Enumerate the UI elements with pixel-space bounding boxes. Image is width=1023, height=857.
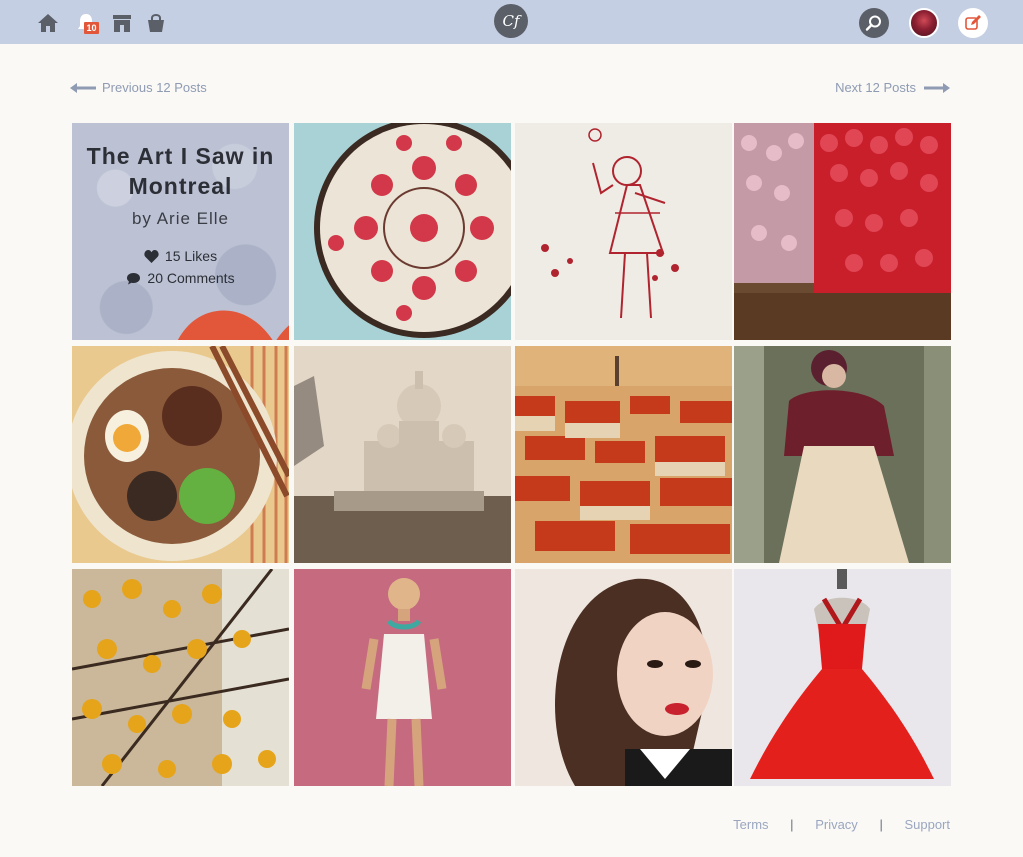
post-tile-sacre-coeur[interactable] — [294, 346, 511, 563]
notifications-bell-icon[interactable]: 10 — [74, 11, 99, 35]
comments-count: 20 Comments — [72, 269, 289, 287]
post-tile-vintage-portrait[interactable] — [515, 569, 732, 786]
comment-bubble-icon — [127, 273, 141, 285]
like-heart-button[interactable] — [166, 296, 289, 340]
top-nav-bar: 10 Cf — [0, 0, 1023, 44]
search-button[interactable] — [859, 8, 889, 38]
post-tile-red-dress[interactable] — [734, 569, 951, 786]
next-posts-link[interactable]: Next 12 Posts — [835, 79, 950, 97]
likes-count: 15 Likes — [72, 247, 289, 265]
terms-link[interactable]: Terms — [733, 817, 768, 832]
compose-icon — [965, 15, 981, 30]
site-logo[interactable]: Cf — [494, 4, 528, 38]
support-link[interactable]: Support — [904, 817, 950, 832]
featured-post-author: by Arie Elle — [131, 209, 230, 228]
post-tile-red-rooftops[interactable] — [515, 346, 732, 563]
post-tile-ramen-bowl[interactable] — [72, 346, 289, 563]
notification-count-badge: 10 — [84, 22, 99, 34]
footer-separator: | — [790, 817, 794, 832]
post-tile-embroidery-hoop[interactable] — [294, 123, 511, 340]
post-grid: The Art I Saw in Montreal by Arie Elle 1… — [72, 123, 951, 786]
footer-separator: | — [879, 817, 883, 832]
shopping-bag-icon[interactable] — [144, 11, 168, 35]
footer-links: Terms | Privacy | Support — [733, 816, 950, 834]
user-avatar[interactable] — [909, 8, 939, 38]
previous-posts-label: Previous 12 Posts — [102, 80, 207, 95]
post-tile-yellow-flowers[interactable] — [72, 569, 289, 786]
arrow-right-icon — [924, 83, 950, 93]
post-tile-embroidered-girl[interactable] — [515, 123, 732, 340]
home-icon[interactable] — [36, 11, 60, 35]
next-posts-label: Next 12 Posts — [835, 80, 916, 95]
heart-icon — [144, 250, 159, 263]
featured-post-card[interactable]: The Art I Saw in Montreal by Arie Elle 1… — [72, 123, 289, 340]
previous-posts-link[interactable]: Previous 12 Posts — [70, 79, 207, 97]
post-tile-white-dress-model[interactable] — [294, 569, 511, 786]
featured-post-title: The Art I Saw in Montreal — [86, 143, 275, 199]
post-tile-burgundy-fur-dress[interactable] — [734, 346, 951, 563]
compose-button[interactable] — [958, 8, 988, 38]
arrow-left-icon — [70, 83, 96, 93]
store-icon[interactable] — [110, 11, 134, 35]
post-tile-tulips[interactable] — [734, 123, 951, 340]
search-icon — [865, 15, 881, 31]
privacy-link[interactable]: Privacy — [815, 817, 858, 832]
